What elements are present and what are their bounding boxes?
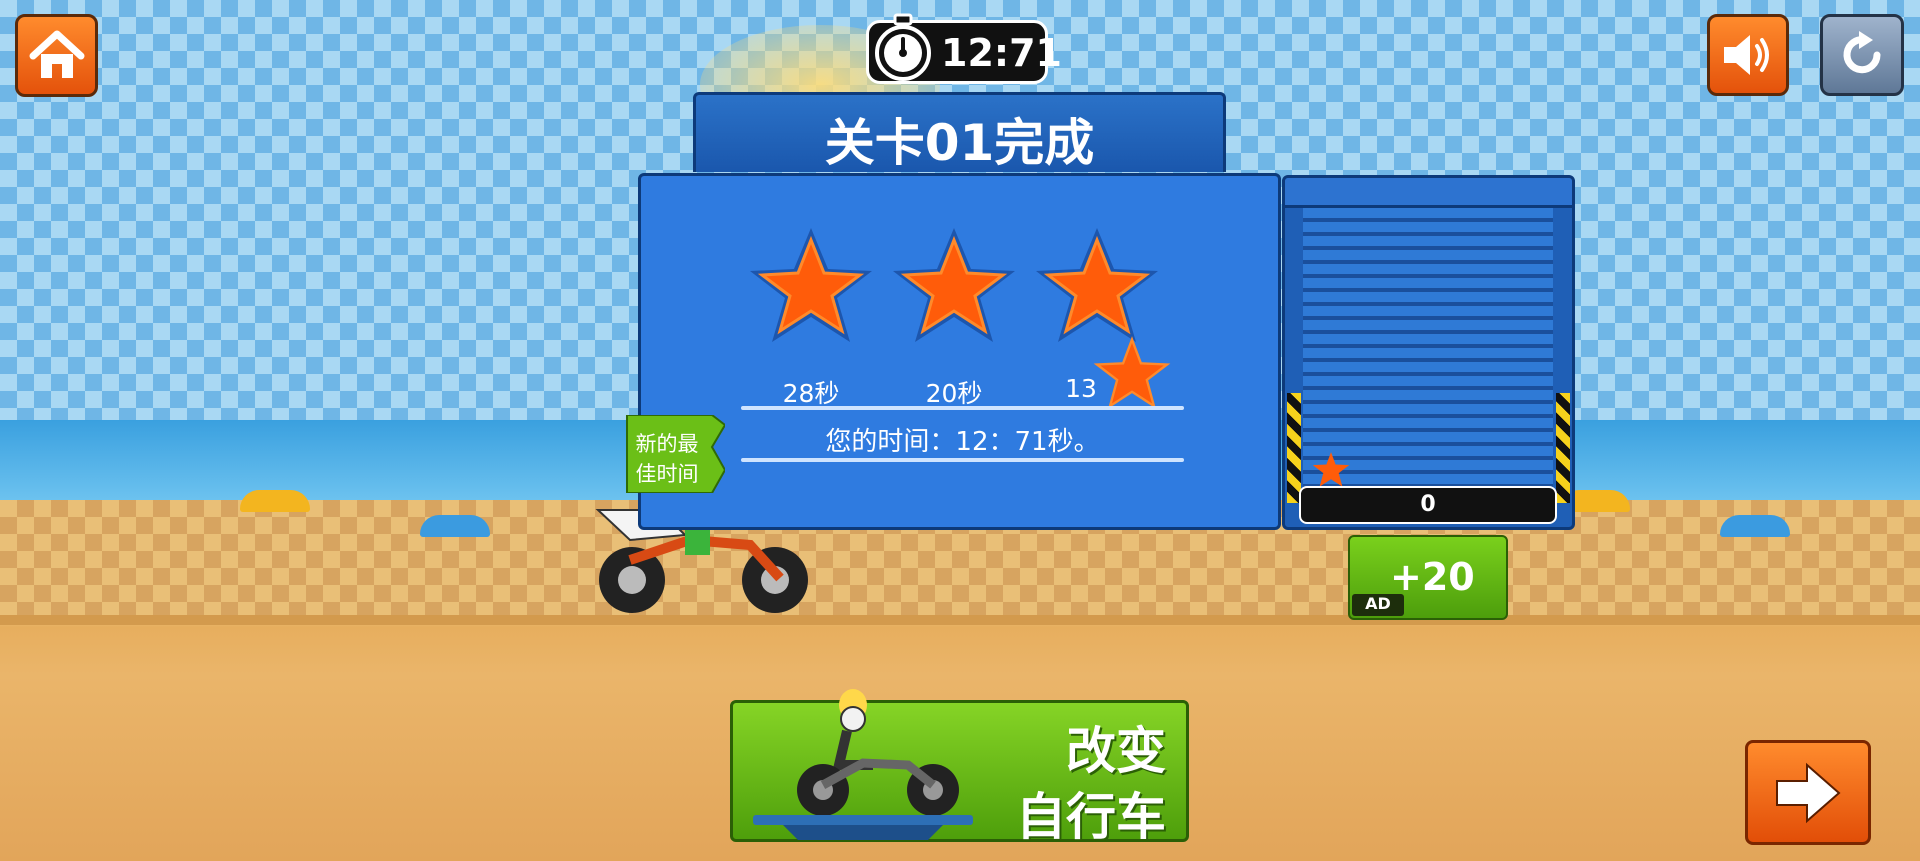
level-complete-title: 关卡01完成 bbox=[824, 114, 1095, 172]
beach-umbrella bbox=[1720, 515, 1790, 537]
change-bike-label: 自行车 bbox=[1016, 788, 1166, 846]
badge-line: 新的最 bbox=[635, 432, 699, 456]
star-icon bbox=[893, 228, 1015, 342]
timer-value: 12:71 bbox=[941, 31, 1062, 75]
next-level-button[interactable] bbox=[1745, 740, 1871, 845]
hazard-stripe bbox=[1556, 393, 1570, 503]
beach-umbrella bbox=[420, 515, 490, 537]
badge-line: 佳时间 bbox=[635, 462, 699, 486]
garage-header bbox=[1285, 178, 1572, 208]
coin-count: 0 bbox=[1420, 492, 1436, 517]
divider bbox=[741, 458, 1184, 462]
ad-tag: AD bbox=[1352, 594, 1404, 616]
new-best-time-text: 新的最 佳时间 bbox=[617, 429, 717, 489]
new-best-time-badge: 新的最 佳时间 bbox=[617, 415, 725, 493]
watch-ad-reward-button[interactable]: +20 AD bbox=[1348, 535, 1508, 620]
coin-star-icon bbox=[1312, 452, 1350, 487]
result-panel: 28秒 20秒 13 您的时间：12：71秒。 bbox=[638, 173, 1281, 530]
your-time-text: 您的时间：12：71秒。 bbox=[825, 427, 1100, 457]
ad-reward-amount: +20 bbox=[1390, 555, 1475, 599]
sound-button[interactable] bbox=[1707, 14, 1789, 96]
coin-counter: 0 bbox=[1299, 486, 1557, 524]
divider bbox=[741, 406, 1184, 410]
hazard-stripe bbox=[1287, 393, 1301, 503]
beach-umbrella bbox=[240, 490, 310, 512]
home-button[interactable] bbox=[15, 14, 98, 97]
star-icon bbox=[1036, 228, 1158, 342]
garage-panel: 0 bbox=[1282, 175, 1575, 530]
motorbike-icon bbox=[753, 689, 973, 840]
star-icon bbox=[750, 228, 872, 342]
speaker-icon bbox=[1710, 17, 1786, 93]
restart-button[interactable] bbox=[1820, 14, 1904, 96]
restart-icon bbox=[1823, 17, 1901, 93]
level-complete-header: 关卡01完成 bbox=[693, 92, 1226, 172]
star-icon bbox=[1093, 336, 1171, 409]
stopwatch-icon bbox=[875, 13, 931, 81]
arrow-right-icon bbox=[1748, 743, 1868, 842]
level-timer: 12:71 bbox=[866, 13, 1062, 84]
change-bike-label: 改变 bbox=[1066, 722, 1166, 780]
home-icon bbox=[18, 17, 95, 94]
star-time-label: 20秒 bbox=[925, 379, 983, 408]
change-bike-button[interactable]: 改变 自行车 bbox=[730, 689, 1189, 846]
star-time-label: 28秒 bbox=[782, 379, 840, 408]
